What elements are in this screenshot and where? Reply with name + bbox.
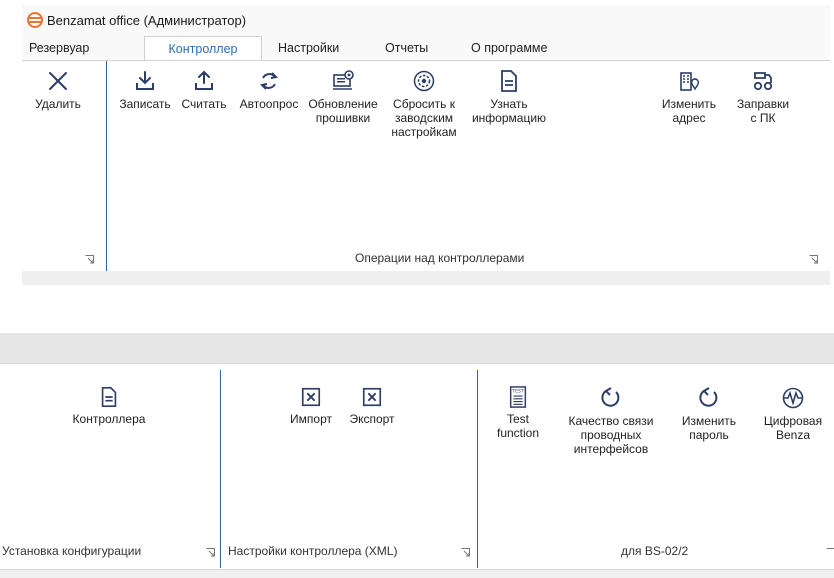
test-checklist-icon: TEST: [509, 386, 527, 408]
group-label-controller-operations: Операции над контроллерами: [355, 251, 525, 265]
tab-reports[interactable]: Отчеты: [385, 36, 428, 60]
group-separator: [220, 370, 221, 568]
digital-benza-button[interactable]: Цифровая Benza: [752, 386, 834, 442]
change-address-button[interactable]: Изменить адрес: [654, 69, 724, 125]
read-button[interactable]: Считать: [174, 69, 234, 111]
group-label-config-install: Установка конфигурации: [2, 544, 142, 558]
digital-benza-label: Цифровая Benza: [763, 414, 823, 442]
get-info-label: Узнать информацию: [471, 97, 547, 125]
dialog-launcher-icon[interactable]: [809, 255, 818, 264]
title-bar: Benzamat office (Администратор): [22, 5, 830, 33]
tab-about[interactable]: О программе: [471, 36, 547, 60]
write-label: Записать: [119, 97, 171, 111]
rotate-arrow-icon: [601, 387, 620, 407]
auto-poll-label: Автоопрос: [239, 97, 299, 111]
upload-icon: [195, 70, 213, 90]
test-function-label: Test function: [496, 412, 540, 440]
tab-bar-area: [0, 333, 834, 363]
firmware-update-button[interactable]: Обновление прошивки: [305, 69, 381, 125]
signal-wave-icon: [782, 387, 804, 409]
xml-import-icon: [301, 387, 321, 407]
top-window: Benzamat office (Администратор) Резервуа…: [22, 5, 830, 273]
download-icon: [136, 71, 154, 90]
change-password-button[interactable]: Изменить пароль: [672, 386, 746, 442]
rotate-arrow-icon: [699, 387, 718, 407]
app-logo-icon: [27, 12, 43, 28]
fueling-from-pc-label: Заправки с ПК: [736, 97, 790, 125]
dialog-launcher-icon[interactable]: [826, 548, 834, 557]
test-function-button[interactable]: TEST Test function: [488, 386, 548, 440]
window-title: Benzamat office (Администратор): [47, 13, 247, 28]
change-password-label: Изменить пароль: [681, 414, 737, 442]
controller-label: Контроллера: [72, 412, 146, 426]
group-separator: [106, 61, 107, 271]
factory-reset-button[interactable]: Сбросить к заводским настройкам: [382, 69, 466, 139]
settings-ribbon: Контроллера Установка конфигурации Импор…: [0, 363, 834, 570]
document-icon: [101, 387, 117, 407]
close-x-icon: [49, 72, 67, 90]
group-separator: [477, 370, 478, 568]
tab-controller[interactable]: Контроллер: [144, 36, 262, 62]
wired-interface-quality-label: Качество связи проводных интерфейсов: [568, 414, 654, 456]
fuel-dispenser-icon: [753, 72, 773, 91]
dialog-launcher-icon[interactable]: [206, 548, 215, 557]
group-label-xml-settings: Настройки контроллера (XML): [228, 544, 398, 558]
svg-text:TEST: TEST: [511, 388, 524, 394]
controller-ribbon: Удалить Записать Считать Автоопрос Обнов…: [22, 60, 830, 273]
get-info-button[interactable]: Узнать информацию: [466, 69, 552, 125]
export-label: Экспорт: [349, 412, 395, 426]
install-controller-config-button[interactable]: Контроллера: [44, 386, 174, 426]
refresh-icon: [259, 72, 279, 90]
xml-export-button[interactable]: Экспорт: [340, 386, 404, 426]
info-document-icon: [501, 70, 517, 92]
address-building-icon: [680, 72, 700, 91]
auto-poll-button[interactable]: Автоопрос: [232, 69, 306, 111]
tab-reservoir[interactable]: Резервуар: [29, 36, 89, 60]
factory-reset-icon: [413, 70, 435, 92]
ribbon-bottom-strip: [22, 271, 830, 285]
wired-interface-quality-button[interactable]: Качество связи проводных интерфейсов: [558, 386, 664, 456]
tab-settings[interactable]: Настройки: [278, 36, 339, 60]
fueling-from-pc-button[interactable]: Заправки с ПК: [731, 69, 795, 125]
delete-button[interactable]: Удалить: [22, 69, 94, 111]
dialog-launcher-icon[interactable]: [85, 255, 94, 264]
xml-export-icon: [362, 387, 382, 407]
group-label-bs-02-2: для BS-02/2: [621, 544, 689, 558]
change-address-label: Изменить адрес: [661, 97, 717, 125]
firmware-icon: [333, 70, 354, 90]
import-label: Импорт: [290, 412, 332, 426]
delete-label: Удалить: [35, 97, 81, 111]
ribbon-tabs: Резервуар Контроллер Настройки Отчеты О …: [22, 36, 830, 62]
dialog-launcher-icon[interactable]: [461, 548, 470, 557]
factory-reset-label: Сбросить к заводским настройкам: [391, 97, 457, 139]
firmware-update-label: Обновление прошивки: [308, 97, 378, 125]
write-button[interactable]: Записать: [115, 69, 175, 111]
read-label: Считать: [181, 97, 227, 111]
xml-import-button[interactable]: Импорт: [282, 386, 340, 426]
